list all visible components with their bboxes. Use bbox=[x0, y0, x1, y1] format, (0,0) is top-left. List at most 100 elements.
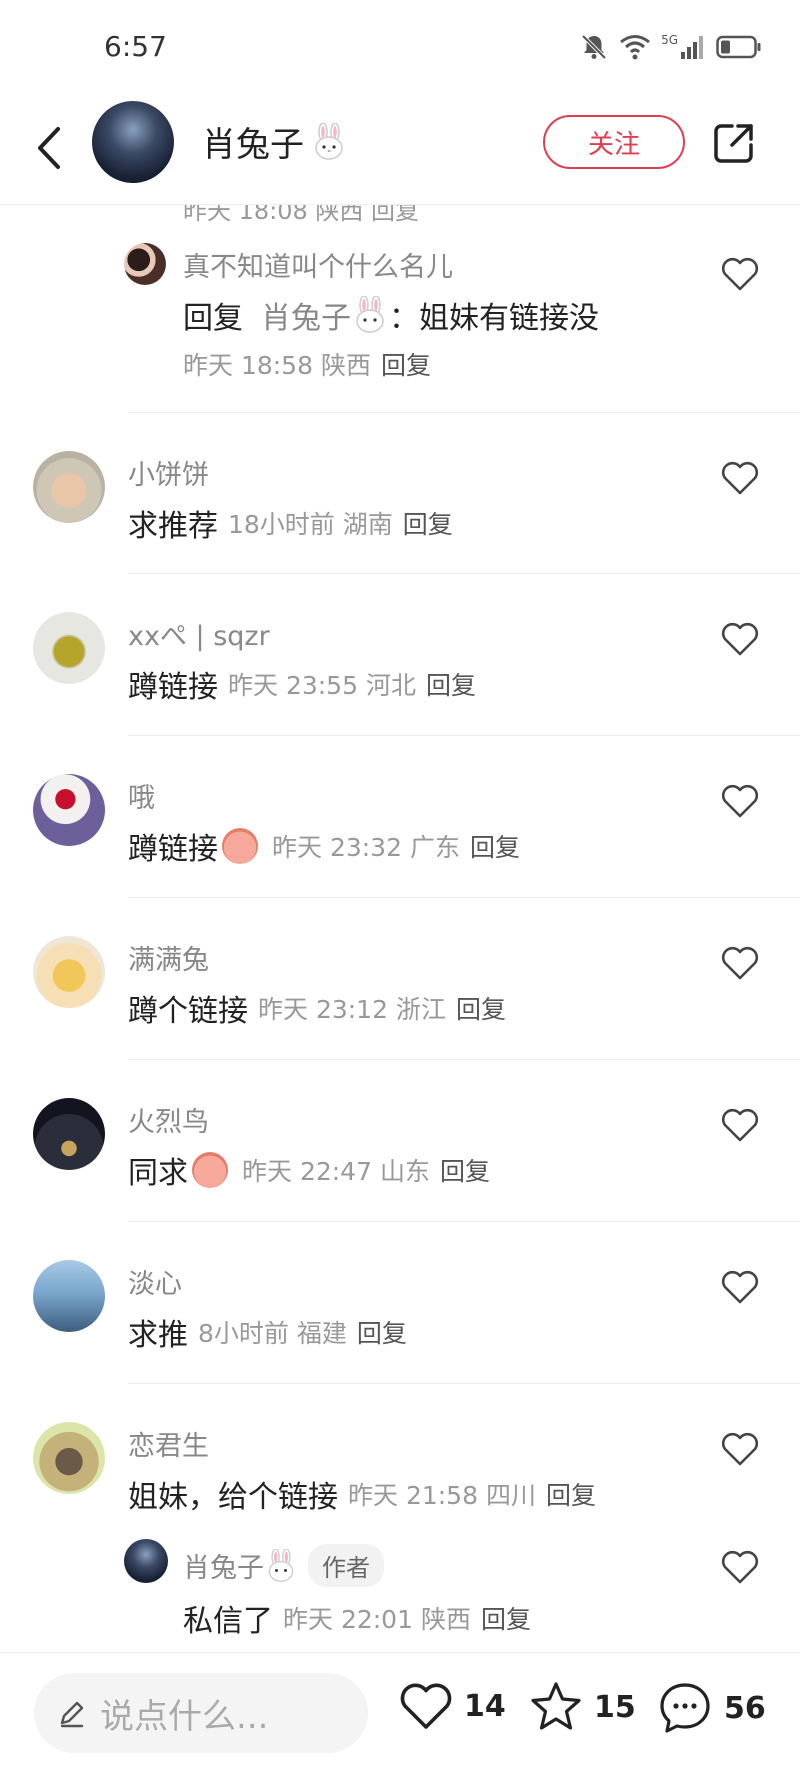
comment-meta: 昨天 23:12 浙江 bbox=[258, 995, 446, 1024]
commenter-name[interactable]: 满满兔 bbox=[128, 938, 209, 977]
comment-meta: 8小时前 福建 bbox=[198, 1319, 347, 1348]
commenter-name[interactable]: 肖兔子 bbox=[183, 1546, 264, 1585]
comment-meta-row: 昨天 18:58 陕西 回复 bbox=[183, 346, 431, 382]
divider bbox=[128, 412, 800, 413]
follow-button[interactable]: 关注 bbox=[543, 115, 685, 169]
avatar[interactable] bbox=[33, 936, 105, 1008]
like-action[interactable]: 14 bbox=[398, 1679, 506, 1733]
post-header: 肖兔子 关注 bbox=[0, 95, 800, 205]
heart-icon[interactable] bbox=[720, 1430, 760, 1468]
comment-bubble-icon bbox=[660, 1683, 710, 1733]
commenter-name[interactable]: 哦 bbox=[128, 776, 155, 815]
heart-icon[interactable] bbox=[720, 782, 760, 820]
avatar[interactable] bbox=[33, 1260, 105, 1332]
divider bbox=[128, 735, 800, 736]
reply-prefix: 回复 bbox=[183, 301, 243, 336]
avatar[interactable] bbox=[33, 612, 105, 684]
heart-icon[interactable] bbox=[720, 620, 760, 658]
reply-link[interactable]: 回复 bbox=[440, 1152, 490, 1188]
divider bbox=[128, 1059, 800, 1060]
reply-link[interactable]: 回复 bbox=[470, 828, 520, 864]
bunny-emoji-icon bbox=[356, 296, 384, 333]
comment-text-row: 求推 8小时前 福建 回复 bbox=[128, 1310, 407, 1354]
comment-meta: 昨天 22:47 山东 bbox=[242, 1157, 430, 1186]
comment-body: 姐妹，给个链接 bbox=[128, 1480, 338, 1515]
author-avatar[interactable] bbox=[92, 101, 174, 183]
reply-link[interactable]: 回复 bbox=[481, 1600, 531, 1636]
avatar[interactable] bbox=[33, 1422, 105, 1494]
bunny-emoji-icon bbox=[268, 1548, 294, 1582]
back-arrow-icon[interactable] bbox=[30, 123, 70, 173]
comment-input[interactable]: 说点什么... bbox=[34, 1673, 368, 1753]
comment-text-row: 求推荐 18小时前 湖南 回复 bbox=[128, 501, 453, 545]
commenter-name[interactable]: 火烈鸟 bbox=[128, 1100, 209, 1139]
divider bbox=[128, 573, 800, 574]
reply-link[interactable]: 回复 bbox=[456, 990, 506, 1026]
avatar[interactable] bbox=[33, 451, 105, 523]
reply-target[interactable]: 肖兔子 bbox=[261, 293, 351, 337]
avatar[interactable] bbox=[33, 774, 105, 846]
battery-icon bbox=[716, 35, 761, 59]
comment-body: 蹲链接 bbox=[128, 832, 218, 867]
wifi-icon bbox=[620, 35, 650, 60]
heart-icon[interactable] bbox=[720, 255, 760, 293]
heart-icon[interactable] bbox=[720, 1106, 760, 1144]
heart-icon[interactable] bbox=[720, 944, 760, 982]
comment-text-row: 姐妹，给个链接 昨天 21:58 四川 回复 bbox=[128, 1472, 596, 1516]
bunny-emoji-icon bbox=[315, 122, 343, 160]
mute-bell-icon bbox=[581, 34, 607, 60]
reply-link[interactable]: 回复 bbox=[426, 666, 476, 702]
reply-colon: ： bbox=[389, 301, 419, 336]
reply-body: 姐妹有链接没 bbox=[419, 301, 599, 336]
comment-body: 私信了 bbox=[183, 1604, 273, 1639]
comment-placeholder: 说点什么... bbox=[100, 1696, 269, 1737]
bottom-action-bar: 说点什么... 14 15 56 bbox=[0, 1652, 800, 1778]
commenter-name-row: 肖兔子 作者 bbox=[183, 1544, 384, 1587]
reply-link[interactable]: 回复 bbox=[357, 1314, 407, 1350]
like-count: 14 bbox=[464, 1688, 506, 1724]
commenter-name[interactable]: 恋君生 bbox=[128, 1424, 209, 1463]
star-icon bbox=[531, 1682, 581, 1730]
reply-link[interactable]: 回复 bbox=[546, 1476, 596, 1512]
reply-link[interactable]: 回复 bbox=[381, 346, 431, 382]
comment-action[interactable]: 56 bbox=[656, 1679, 766, 1737]
heart-icon bbox=[400, 1683, 452, 1729]
comment-text-row: 同求 昨天 22:47 山东 回复 bbox=[128, 1148, 490, 1192]
peach-emoji-icon bbox=[192, 1152, 228, 1188]
comment-text-row: 蹲链接 昨天 23:32 广东 回复 bbox=[128, 824, 520, 868]
status-bar: 6:57 5G bbox=[0, 0, 800, 95]
author-name-text: 肖兔子 bbox=[202, 125, 304, 165]
peach-emoji-icon bbox=[222, 828, 258, 864]
comment-body: 求推荐 bbox=[128, 509, 218, 544]
comment-body: 蹲个链接 bbox=[128, 994, 248, 1029]
author-badge: 作者 bbox=[308, 1544, 384, 1587]
comment-meta: 昨天 23:32 广东 bbox=[272, 833, 460, 862]
commenter-name[interactable]: 淡心 bbox=[128, 1262, 182, 1301]
status-time: 6:57 bbox=[104, 30, 167, 63]
heart-icon[interactable] bbox=[720, 1268, 760, 1306]
collect-count: 15 bbox=[594, 1689, 636, 1725]
avatar[interactable] bbox=[124, 243, 166, 285]
commenter-name[interactable]: 小饼饼 bbox=[128, 453, 209, 492]
commenter-name[interactable]: 真不知道叫个什么名儿 bbox=[183, 245, 453, 284]
signal-icon bbox=[681, 36, 703, 59]
comment-meta: 昨天 23:55 河北 bbox=[228, 671, 416, 700]
reply-link[interactable]: 回复 bbox=[403, 505, 453, 541]
heart-icon[interactable] bbox=[720, 1548, 760, 1586]
avatar[interactable] bbox=[33, 1098, 105, 1170]
comment-meta: 昨天 18:58 陕西 bbox=[183, 351, 371, 380]
divider bbox=[128, 1383, 800, 1384]
commenter-name[interactable]: xxぺ | sqzr bbox=[128, 614, 270, 653]
author-name[interactable]: 肖兔子 bbox=[202, 117, 348, 166]
comment-text-row: 蹲个链接 昨天 23:12 浙江 回复 bbox=[128, 986, 506, 1030]
collect-action[interactable]: 15 bbox=[528, 1679, 636, 1735]
pencil-icon bbox=[60, 1701, 84, 1728]
network-type: 5G bbox=[661, 33, 678, 47]
comment-body: 求推 bbox=[128, 1318, 188, 1353]
heart-icon[interactable] bbox=[720, 459, 760, 497]
divider bbox=[128, 897, 800, 898]
comment-meta: 昨天 21:58 四川 bbox=[348, 1481, 536, 1510]
avatar[interactable] bbox=[124, 1539, 168, 1583]
share-icon[interactable] bbox=[712, 121, 756, 165]
comment-text: 回复 肖兔子 ： 姐妹有链接没 bbox=[183, 293, 599, 337]
